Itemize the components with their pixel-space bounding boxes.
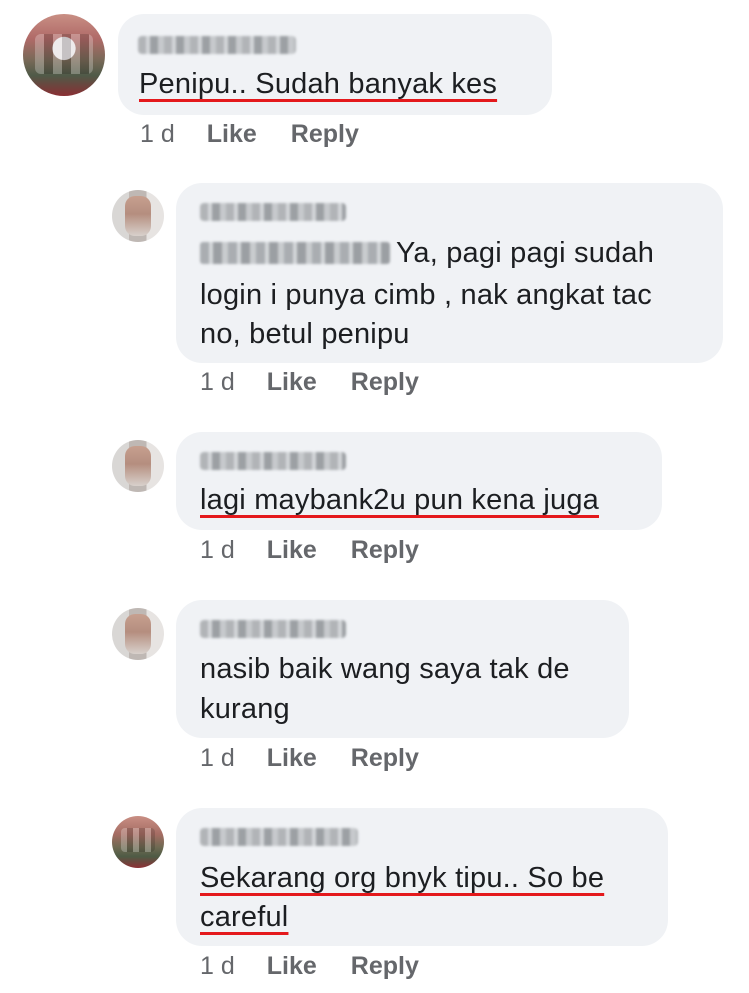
comment-text-line: Ya, pagi pagi sudah — [396, 237, 655, 269]
comment-text: Penipu.. Sudah banyak kes — [139, 64, 497, 104]
comment-text-line: kurang — [200, 693, 290, 725]
timestamp[interactable]: 1 d — [140, 120, 175, 149]
comment-text-line: no, betul penipu — [200, 318, 410, 350]
comment-bubble: nasib baik wang saya tak de kurang — [176, 600, 629, 738]
comment-1: Penipu.. Sudah banyak kes 1 d Like Reply — [0, 0, 749, 160]
comment-text-line: login i punya cimb , nak angkat tac — [200, 279, 652, 311]
reply-button[interactable]: Reply — [351, 744, 419, 773]
comment-text-line: lagi maybank2u pun kena juga — [200, 484, 599, 516]
author-name-blurred[interactable] — [200, 620, 346, 638]
comment-actions: 1 d Like Reply — [200, 952, 419, 981]
like-button[interactable]: Like — [267, 952, 317, 981]
like-button[interactable]: Like — [267, 368, 317, 397]
comment-bubble: lagi maybank2u pun kena juga — [176, 432, 662, 530]
comment-text-line: Penipu.. Sudah banyak kes — [139, 68, 498, 100]
avatar[interactable] — [23, 14, 105, 96]
like-button[interactable]: Like — [267, 536, 317, 565]
comment-text: Ya, pagi pagi sudah — [200, 233, 654, 273]
like-button[interactable]: Like — [267, 744, 317, 773]
author-name-blurred[interactable] — [200, 828, 358, 846]
reply-button[interactable]: Reply — [351, 536, 419, 565]
avatar[interactable] — [112, 816, 164, 868]
comment-text: lagi maybank2u pun kena juga — [200, 480, 599, 520]
comment-bubble: Ya, pagi pagi sudah login i punya cimb ,… — [176, 183, 723, 363]
author-name-blurred[interactable] — [200, 203, 346, 221]
comment-text: nasib baik wang saya tak de — [200, 649, 570, 689]
reply-button[interactable]: Reply — [351, 368, 419, 397]
author-name-blurred[interactable] — [200, 452, 346, 470]
comment-text-line: nasib baik wang saya tak de — [200, 653, 570, 685]
comment-bubble: Sekarang org bnyk tipu.. So be careful — [176, 808, 668, 946]
comment-text: login i punya cimb , nak angkat tac — [200, 275, 652, 315]
comment-text-line: careful — [200, 901, 289, 933]
mention-blurred[interactable] — [200, 242, 390, 264]
comment-actions: 1 d Like Reply — [200, 744, 419, 773]
comment-actions: 1 d Like Reply — [200, 536, 419, 565]
comment-actions: 1 d Like Reply — [200, 368, 419, 397]
timestamp[interactable]: 1 d — [200, 744, 235, 773]
comment-actions: 1 d Like Reply — [140, 120, 359, 149]
reply-button[interactable]: Reply — [351, 952, 419, 981]
timestamp[interactable]: 1 d — [200, 952, 235, 981]
timestamp[interactable]: 1 d — [200, 368, 235, 397]
comment-text: no, betul penipu — [200, 314, 410, 354]
author-name-blurred[interactable] — [138, 36, 296, 54]
comment-text: kurang — [200, 689, 290, 729]
comment-bubble: Penipu.. Sudah banyak kes — [118, 14, 552, 115]
like-button[interactable]: Like — [207, 120, 257, 149]
comment-text-line: Sekarang org bnyk tipu.. So be — [200, 862, 605, 894]
comment-text: careful — [200, 897, 288, 937]
avatar[interactable] — [112, 440, 164, 492]
timestamp[interactable]: 1 d — [200, 536, 235, 565]
avatar[interactable] — [112, 608, 164, 660]
avatar[interactable] — [112, 190, 164, 242]
reply-button[interactable]: Reply — [291, 120, 359, 149]
comment-text: Sekarang org bnyk tipu.. So be — [200, 858, 604, 898]
